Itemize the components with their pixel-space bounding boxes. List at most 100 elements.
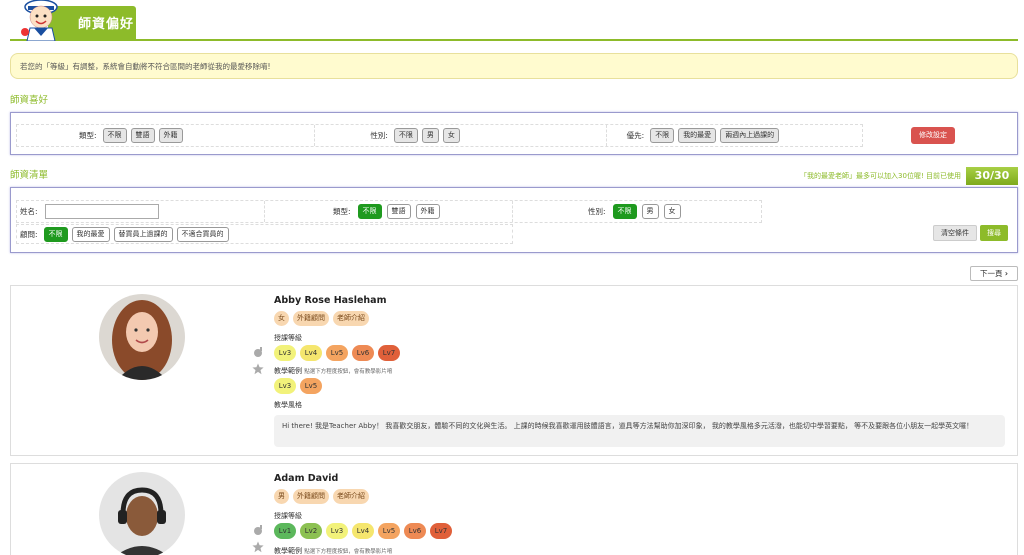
teacher-avatar-icon <box>99 472 185 555</box>
search-type-bilingual[interactable]: 雙語 <box>386 204 411 219</box>
star-icon[interactable] <box>252 541 264 553</box>
page-title: 師資偏好 <box>78 17 135 32</box>
chevron-right-icon: › <box>1004 269 1008 278</box>
examples-label: 教學範例 點選下方程度按鈕，會有教學影片唷 <box>274 366 392 376</box>
pref-priority-recent[interactable]: 兩週內上過課的 <box>720 128 780 143</box>
next-page-button[interactable]: 下一頁 › <box>970 266 1018 281</box>
level-notice: 若您的「等級」有調整，系統會自動將不符合區間的老師從我的最愛移除唷! <box>10 53 1018 79</box>
teacher-actions <box>252 346 264 377</box>
search-row-2: 顧問: 不限 我的最愛 替買員上過課的 不適合買員的 <box>16 224 513 244</box>
example-level-button[interactable]: Lv5 <box>300 378 322 394</box>
pref-type-label: 類型: <box>79 131 97 140</box>
preferences-section-title: 師資喜好 <box>10 95 49 106</box>
search-type-label: 類型: <box>333 207 351 216</box>
level-badge: Lv5 <box>378 523 400 539</box>
teacher-name[interactable]: Abby Rose Hasleham <box>274 295 387 306</box>
edit-settings-button[interactable]: 修改設定 <box>911 127 955 144</box>
level-badge: Lv7 <box>378 345 400 361</box>
pref-type-foreign[interactable]: 外籍 <box>158 128 183 143</box>
pref-priority-cell: 優先: 不限 我的最愛 兩週內上過課的 <box>607 125 862 146</box>
teacher-levels: Lv1 Lv2 Lv3 Lv4 Lv5 Lv6 Lv7 <box>274 523 452 539</box>
search-consultant-favorites[interactable]: 我的最愛 <box>71 226 110 242</box>
teacher-photo[interactable] <box>99 294 185 380</box>
pref-priority-label: 優先: <box>626 131 645 140</box>
examples-label-text: 教學範例 <box>274 547 302 555</box>
search-button[interactable]: 搜尋 <box>980 225 1008 241</box>
search-consultant-any[interactable]: 不限 <box>43 226 68 242</box>
tag-consultant-type: 外籍顧問 <box>293 311 329 326</box>
preferences-panel: 類型: 不限 雙語 外籍 性別: 不限 男 女 優先: 不限 我的最愛 兩週內上… <box>10 112 1018 155</box>
search-name-input[interactable] <box>44 204 159 219</box>
search-type-cell: 類型: 不限 雙語 外籍 <box>265 201 513 222</box>
search-gender-female[interactable]: 女 <box>663 204 681 219</box>
levels-label: 授課等級 <box>274 512 302 520</box>
examples-hint: 點選下方程度按鈕，會有教學影片唷 <box>304 549 393 555</box>
level-badge: Lv6 <box>404 523 426 539</box>
mascot-logo-icon <box>21 0 58 41</box>
search-consultant-label: 顧問: <box>20 229 38 239</box>
level-badge: Lv4 <box>300 345 322 361</box>
teacher-card: Adam David 男 外籍顧問 老師介紹 授課等級 Lv1 Lv2 Lv3 … <box>10 463 1018 555</box>
pref-priority-favorites[interactable]: 我的最愛 <box>678 128 717 143</box>
favorites-quota: 「我的最愛老師」最多可以加入30位喔! 目前已使用 30/30 <box>800 167 1018 185</box>
thumb-icon[interactable] <box>252 346 264 358</box>
search-name-label: 姓名: <box>20 207 38 216</box>
search-gender-male[interactable]: 男 <box>641 204 659 219</box>
search-gender-cell: 性別: 不限 男 女 <box>513 201 761 222</box>
pref-gender-male[interactable]: 男 <box>421 128 439 143</box>
search-consultant-taught[interactable]: 替買員上過課的 <box>113 226 173 242</box>
pref-type-any[interactable]: 不限 <box>102 128 127 143</box>
tag-teacher-intro[interactable]: 老師介紹 <box>333 489 369 504</box>
teacher-actions <box>252 524 264 555</box>
examples-label-text: 教學範例 <box>274 367 302 375</box>
search-gender-label: 性別: <box>588 207 606 216</box>
pref-type-cell: 類型: 不限 雙語 外籍 <box>17 125 316 146</box>
teacher-name[interactable]: Adam David <box>274 473 338 484</box>
level-badge: Lv7 <box>430 523 452 539</box>
search-gender-any[interactable]: 不限 <box>612 204 637 219</box>
clear-conditions-button[interactable]: 清空條件 <box>933 225 977 241</box>
preferences-table: 類型: 不限 雙語 外籍 性別: 不限 男 女 優先: 不限 我的最愛 兩週內上… <box>16 124 863 147</box>
style-label: 教學風格 <box>274 401 302 409</box>
pref-gender-cell: 性別: 不限 男 女 <box>315 125 607 146</box>
teacher-list-section-title: 師資清單 <box>10 170 49 181</box>
thumb-icon[interactable] <box>252 524 264 536</box>
search-type-foreign[interactable]: 外籍 <box>415 204 440 219</box>
level-badge: Lv4 <box>352 523 374 539</box>
level-badge: Lv3 <box>274 345 296 361</box>
examples-label: 教學範例 點選下方程度按鈕，會有教學影片唷 <box>274 546 392 555</box>
level-badge: Lv5 <box>326 345 348 361</box>
search-type-any[interactable]: 不限 <box>357 204 382 219</box>
teacher-example-levels: Lv3 Lv5 <box>274 378 322 394</box>
levels-label: 授課等級 <box>274 334 302 342</box>
level-badge: Lv3 <box>326 523 348 539</box>
teacher-tags: 男 外籍顧問 老師介紹 <box>274 489 369 504</box>
teacher-photo[interactable] <box>99 472 185 555</box>
quota-text: 「我的最愛老師」最多可以加入30位喔! 目前已使用 <box>800 172 961 180</box>
teacher-card: Abby Rose Hasleham 女 外籍顧問 老師介紹 授課等級 Lv3 … <box>10 285 1018 456</box>
level-badge: Lv1 <box>274 523 296 539</box>
examples-hint: 點選下方程度按鈕，會有教學影片唷 <box>304 369 393 375</box>
pref-gender-female[interactable]: 女 <box>442 128 460 143</box>
search-row-1: 姓名: 類型: 不限 雙語 外籍 性別: 不限 男 女 <box>16 200 762 223</box>
tag-teacher-intro[interactable]: 老師介紹 <box>333 311 369 326</box>
pref-priority-any[interactable]: 不限 <box>650 128 675 143</box>
star-icon[interactable] <box>252 363 264 375</box>
teacher-intro: Hi there! 我是Teacher Abby！ 我喜歡交朋友，體驗不同的文化… <box>274 415 1005 447</box>
search-consultant-unsuitable[interactable]: 不適合買員的 <box>176 226 229 242</box>
pref-type-bilingual[interactable]: 雙語 <box>130 128 155 143</box>
example-level-button[interactable]: Lv3 <box>274 378 296 394</box>
tag-consultant-type: 外籍顧問 <box>293 489 329 504</box>
next-page-label: 下一頁 <box>980 269 1003 278</box>
level-badge: Lv6 <box>352 345 374 361</box>
quota-badge: 30/30 <box>966 167 1018 185</box>
page-header: 師資偏好 <box>10 0 1018 41</box>
teacher-levels: Lv3 Lv4 Lv5 Lv6 Lv7 <box>274 345 400 361</box>
tag-gender: 女 <box>274 311 289 326</box>
level-badge: Lv2 <box>300 523 322 539</box>
pref-gender-any[interactable]: 不限 <box>393 128 418 143</box>
teacher-tags: 女 外籍顧問 老師介紹 <box>274 311 369 326</box>
search-panel: 姓名: 類型: 不限 雙語 外籍 性別: 不限 男 女 顧問: 不限 我的最愛 … <box>10 187 1018 253</box>
pref-gender-label: 性別: <box>370 131 388 140</box>
tag-gender: 男 <box>274 489 289 504</box>
